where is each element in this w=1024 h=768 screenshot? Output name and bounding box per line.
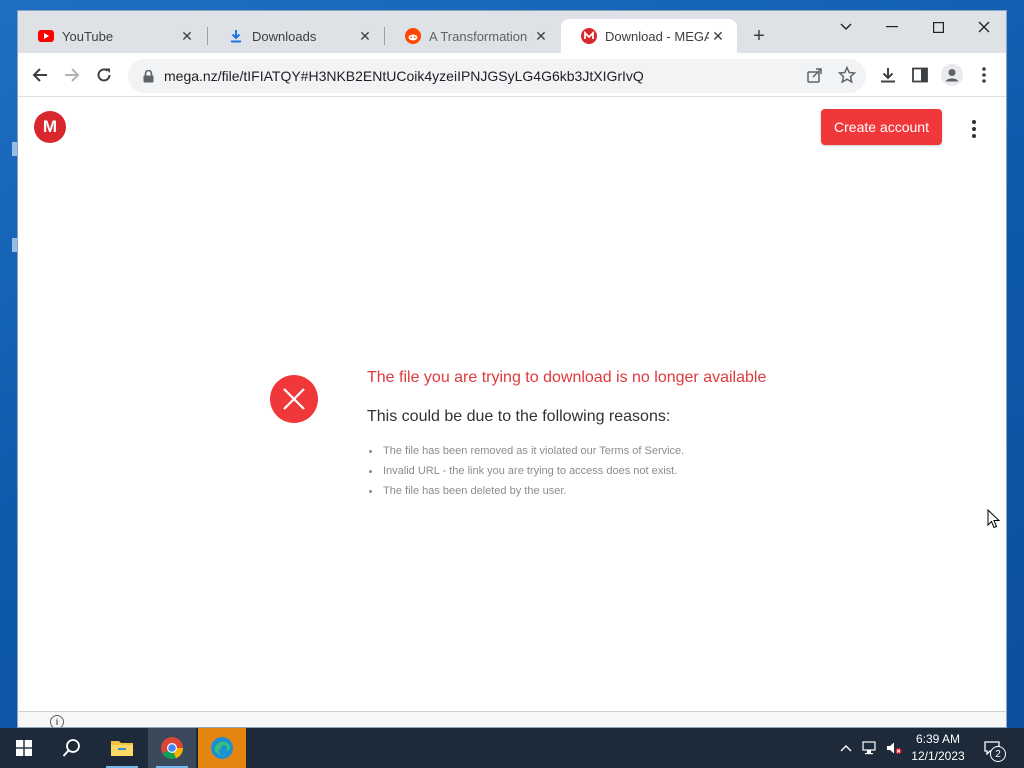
- file-explorer-icon[interactable]: [98, 728, 146, 768]
- chevron-up-icon[interactable]: [838, 740, 854, 756]
- notification-count-badge: 2: [990, 746, 1006, 762]
- new-tab-button[interactable]: +: [748, 25, 770, 47]
- browser-window: YouTube ✕ Downloads ✕ A Transformation P…: [17, 10, 1007, 728]
- reasons-list: The file has been removed as it violated…: [367, 441, 684, 501]
- downloads-icon[interactable]: [874, 61, 902, 89]
- url-text: mega.nz/file/tIFIATQY#H3NKB2ENtUCoik4yze…: [164, 68, 644, 84]
- reason-item: Invalid URL - the link you are trying to…: [367, 461, 684, 481]
- taskbar-clock[interactable]: 6:39 AM 12/1/2023: [906, 731, 970, 765]
- tab-close-icon[interactable]: ✕: [532, 27, 550, 45]
- chrome-taskbar-icon[interactable]: [148, 728, 196, 768]
- page-menu-icon[interactable]: [962, 117, 986, 141]
- reason-item: The file has been removed as it violated…: [367, 441, 684, 461]
- mega-page: M Create account The file you are trying…: [18, 97, 1006, 711]
- tab-title: Downloads: [252, 28, 317, 44]
- tab-reddit[interactable]: A Transformation Pa ✕: [385, 19, 560, 53]
- maximize-button[interactable]: [915, 13, 961, 41]
- share-icon[interactable]: [806, 66, 824, 89]
- clock-date: 12/1/2023: [911, 749, 965, 763]
- search-icon[interactable]: [48, 728, 96, 768]
- back-arrow-icon[interactable]: [26, 61, 54, 89]
- tab-title: YouTube: [62, 28, 114, 44]
- tab-downloads[interactable]: Downloads ✕: [208, 19, 384, 53]
- edge-taskbar-icon[interactable]: [198, 728, 246, 768]
- download-icon: [228, 28, 244, 44]
- chrome-menu-icon[interactable]: [970, 61, 998, 89]
- profile-avatar-icon[interactable]: [938, 61, 966, 89]
- tab-title: Download - MEGA: [605, 28, 709, 44]
- mega-icon: [581, 28, 597, 44]
- minimize-button[interactable]: [869, 13, 915, 41]
- create-account-button[interactable]: Create account: [821, 109, 942, 145]
- tab-mega-active[interactable]: Download - MEGA ✕: [561, 19, 737, 53]
- clock-time: 6:39 AM: [915, 732, 961, 746]
- page-bottom-bar: i: [18, 711, 1006, 727]
- taskbar: 6:39 AM 12/1/2023 2: [0, 728, 1024, 768]
- close-window-button[interactable]: [961, 13, 1006, 41]
- volume-muted-icon[interactable]: [886, 740, 902, 756]
- reddit-icon: [405, 28, 421, 44]
- tab-search-chevron-icon[interactable]: [823, 13, 869, 41]
- tab-strip: YouTube ✕ Downloads ✕ A Transformation P…: [18, 11, 1006, 53]
- browser-toolbar: mega.nz/file/tIFIATQY#H3NKB2ENtUCoik4yze…: [18, 53, 1006, 97]
- tab-close-icon[interactable]: ✕: [356, 27, 374, 45]
- forward-arrow-icon[interactable]: [58, 61, 86, 89]
- mouse-cursor-icon: [987, 508, 1001, 534]
- reason-item: The file has been deleted by the user.: [367, 481, 684, 501]
- tab-title: A Transformation Pa: [429, 28, 532, 44]
- address-bar[interactable]: mega.nz/file/tIFIATQY#H3NKB2ENtUCoik4yze…: [128, 59, 866, 93]
- tab-close-icon[interactable]: ✕: [709, 27, 727, 45]
- network-icon[interactable]: [862, 740, 878, 756]
- mega-logo[interactable]: M: [34, 111, 66, 143]
- youtube-icon: [38, 28, 54, 44]
- lock-icon[interactable]: [140, 69, 156, 83]
- tab-youtube[interactable]: YouTube ✕: [18, 19, 206, 53]
- info-icon[interactable]: i: [50, 715, 64, 727]
- reload-icon[interactable]: [90, 61, 118, 89]
- tab-close-icon[interactable]: ✕: [178, 27, 196, 45]
- error-title: The file you are trying to download is n…: [367, 369, 767, 386]
- bookmark-star-icon[interactable]: [837, 65, 857, 89]
- windows-start-icon[interactable]: [0, 728, 48, 768]
- error-subtitle: This could be due to the following reaso…: [367, 408, 671, 425]
- error-x-icon: [270, 375, 318, 423]
- side-panel-icon[interactable]: [906, 61, 934, 89]
